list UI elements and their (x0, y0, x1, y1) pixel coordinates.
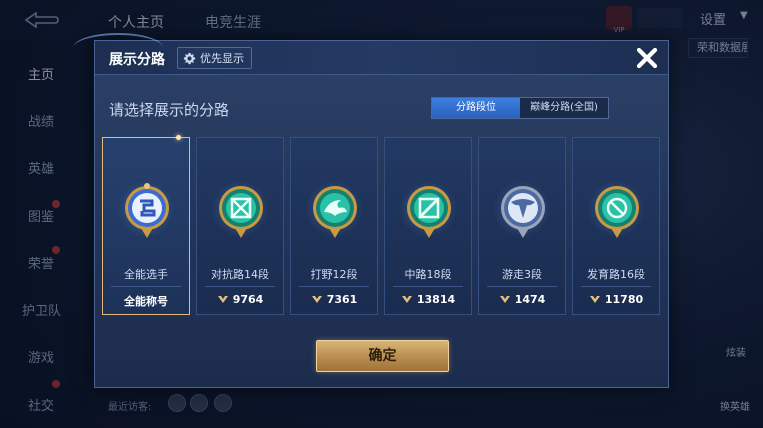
title-label: 全能称号 (124, 295, 168, 308)
roam-emblem-icon (501, 186, 545, 238)
peak-score-icon (401, 296, 412, 303)
priority-display-button[interactable]: 优先显示 (177, 47, 252, 69)
lane-card-footer: 全能称号 (103, 293, 189, 309)
lane-card-name: 对抗路14段 (211, 268, 269, 281)
card-divider (299, 286, 369, 287)
peak-score-icon (311, 296, 322, 303)
score-value: 7361 (326, 293, 358, 306)
lane-card-footer: 1474 (479, 293, 565, 306)
close-icon[interactable] (633, 44, 661, 72)
dialog-header: 展示分路 优先显示 (73, 33, 668, 75)
lane-card-list: 全能选手 全能称号 对抗路14段 9764 打野12段 7361 中路18段 1… (102, 135, 662, 317)
peak-score-icon (217, 296, 228, 303)
peak-score-icon (499, 296, 510, 303)
card-divider (205, 286, 275, 287)
farm-lane-emblem-icon (595, 186, 639, 238)
lane-card-name: 打野12段 (310, 268, 358, 281)
lane-card-name: 游走3段 (502, 268, 542, 281)
card-divider (581, 286, 651, 287)
dialog-title: 展示分路 (109, 52, 165, 68)
lane-card-all-round[interactable]: 全能选手 全能称号 (102, 135, 190, 315)
card-divider (393, 286, 463, 287)
lane-card-footer: 11780 (573, 293, 659, 306)
card-divider (111, 286, 181, 287)
lane-mode-toggle: 分路段位 巅峰分路(全国) (431, 97, 609, 119)
lane-card-name: 全能选手 (124, 268, 168, 281)
lane-card-mid-lane[interactable]: 中路18段 13814 (384, 137, 472, 315)
selection-sparkle-icon (176, 135, 181, 140)
lane-card-name: 中路18段 (404, 268, 452, 281)
confirm-button[interactable]: 确定 (316, 340, 449, 372)
lane-card-farm-lane[interactable]: 发育路16段 11780 (572, 137, 660, 315)
lane-card-footer: 9764 (197, 293, 283, 306)
clash-lane-emblem-icon (219, 186, 263, 238)
lane-card-footer: 13814 (385, 293, 471, 306)
tab-lane-rank[interactable]: 分路段位 (432, 98, 520, 118)
score-value: 1474 (514, 293, 546, 306)
jungle-emblem-icon (313, 186, 357, 238)
lane-select-prompt: 请选择展示的分路 (109, 101, 230, 119)
lane-display-dialog: 展示分路 优先显示 请选择展示的分路 分路段位 巅峰分路(全国) 全能选手 全能… (73, 33, 669, 388)
lane-card-name: 发育路16段 (587, 268, 645, 281)
lane-card-clash-lane[interactable]: 对抗路14段 9764 (196, 137, 284, 315)
score-value: 13814 (416, 293, 456, 306)
lane-card-roam[interactable]: 游走3段 1474 (478, 137, 566, 315)
priority-display-label: 优先显示 (200, 52, 244, 65)
gear-icon (183, 52, 196, 64)
all-round-emblem-icon (125, 183, 169, 238)
peak-score-icon (589, 296, 600, 303)
mid-lane-emblem-icon (407, 186, 451, 238)
score-value: 11780 (604, 293, 644, 306)
tab-peak-lane-national[interactable]: 巅峰分路(全国) (520, 98, 608, 118)
lane-card-jungle[interactable]: 打野12段 7361 (290, 137, 378, 315)
lane-card-footer: 7361 (291, 293, 377, 306)
score-value: 9764 (232, 293, 264, 306)
card-divider (487, 286, 557, 287)
